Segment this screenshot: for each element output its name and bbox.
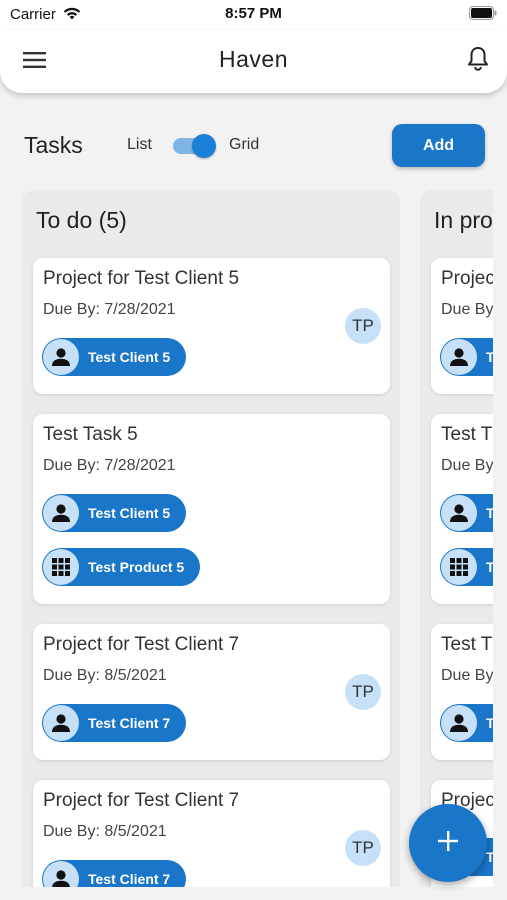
- client-chip-label: Te: [486, 505, 493, 521]
- task-due-date: Due By: [441, 457, 493, 474]
- client-chip-label: Te: [486, 849, 493, 865]
- task-due-date: Due By: 8/5/2021: [43, 667, 167, 684]
- person-icon: [441, 705, 477, 741]
- task-due-date: Due By: 7/28/2021: [43, 301, 176, 318]
- task-title: Test T: [441, 424, 493, 445]
- product-chip-label: Test Product 5: [88, 559, 185, 575]
- task-board: To do (5) Project for Test Client 5 Due …: [0, 190, 493, 887]
- product-chip[interactable]: Test Product 5: [42, 548, 201, 586]
- task-card[interactable]: Test T Due By Te: [431, 624, 493, 760]
- app-title: Haven: [219, 46, 288, 72]
- view-toggle-switch[interactable]: [171, 134, 217, 158]
- task-title: Project for Test Client 7: [43, 634, 240, 655]
- task-card[interactable]: Test T Due By Te Te: [431, 414, 493, 604]
- column-title: To do (5): [36, 207, 127, 233]
- client-chip[interactable]: Te: [440, 704, 493, 742]
- person-icon: [43, 495, 79, 531]
- plus-icon: [437, 830, 459, 857]
- grid-icon: [43, 549, 79, 585]
- assignee-avatar[interactable]: TP: [345, 308, 381, 344]
- task-due-date: Due By: [441, 301, 493, 318]
- assignee-avatar[interactable]: TP: [345, 674, 381, 710]
- person-icon: [441, 339, 477, 375]
- client-chip-label: Test Client 5: [88, 349, 171, 365]
- client-chip-label: Test Client 7: [88, 715, 171, 731]
- task-due-date: Due By: 8/5/2021: [43, 823, 167, 840]
- client-chip[interactable]: Te: [440, 494, 493, 532]
- task-due-date: Due By: [441, 667, 493, 684]
- status-bar: Carrier 8:57 PM: [0, 0, 507, 30]
- task-title: Project for Test Client 5: [43, 268, 240, 289]
- task-card[interactable]: Project for Test Client 7 Due By: 8/5/20…: [33, 624, 390, 760]
- bell-icon[interactable]: [467, 46, 489, 77]
- view-grid-label: Grid: [229, 136, 260, 153]
- person-icon: [43, 861, 79, 887]
- task-title: Project for Test Client 7: [43, 790, 240, 811]
- client-chip-label: Test Client 5: [88, 505, 171, 521]
- person-icon: [43, 339, 79, 375]
- column-todo: To do (5) Project for Test Client 5 Due …: [22, 190, 400, 887]
- task-title: Test Task 5: [43, 424, 138, 445]
- grid-icon: [441, 549, 477, 585]
- task-due-date: Due By: 7/28/2021: [43, 457, 176, 474]
- task-card[interactable]: Projec Due By Te: [431, 258, 493, 394]
- app-bar: Haven: [0, 30, 507, 93]
- client-chip-label: Test Client 7: [88, 871, 171, 887]
- person-icon: [43, 705, 79, 741]
- assignee-avatar[interactable]: TP: [345, 830, 381, 866]
- client-chip[interactable]: Test Client 7: [42, 860, 187, 887]
- view-list-label: List: [127, 136, 152, 153]
- add-button[interactable]: Add: [392, 124, 485, 167]
- client-chip[interactable]: Test Client 7: [42, 704, 187, 742]
- product-chip[interactable]: Te: [440, 548, 493, 586]
- task-card[interactable]: Test Task 5 Due By: 7/28/2021 Test Clien…: [33, 414, 390, 604]
- toggle-thumb: [192, 134, 216, 158]
- tasks-heading: Tasks: [24, 132, 83, 158]
- client-chip-label: Te: [486, 715, 493, 731]
- column-in-progress: In pro Projec Due By Te Test T Due By Te: [420, 190, 493, 887]
- clock: 8:57 PM: [225, 5, 282, 22]
- task-card[interactable]: Project for Test Client 7 Due By: 8/5/20…: [33, 780, 390, 887]
- task-card[interactable]: Project for Test Client 5 Due By: 7/28/2…: [33, 258, 390, 394]
- product-chip-label: Te: [486, 559, 493, 575]
- add-task-fab[interactable]: [409, 804, 487, 882]
- task-title: Projec: [441, 268, 493, 289]
- client-chip[interactable]: Test Client 5: [42, 338, 187, 376]
- battery-icon: [469, 6, 497, 25]
- client-chip-label: Te: [486, 349, 493, 365]
- task-title: Test T: [441, 634, 493, 655]
- client-chip[interactable]: Te: [440, 338, 493, 376]
- client-chip[interactable]: Test Client 5: [42, 494, 187, 532]
- person-icon: [441, 495, 477, 531]
- column-title: In pro: [434, 207, 493, 233]
